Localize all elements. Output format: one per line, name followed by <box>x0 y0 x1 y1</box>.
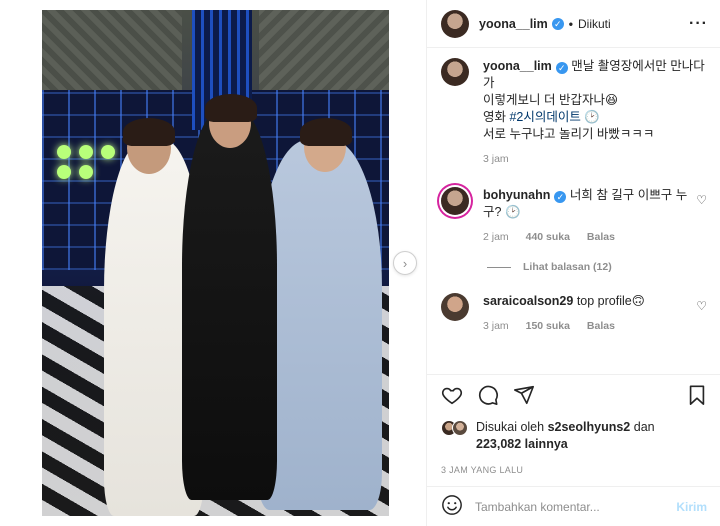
comment-item: saraicoalson29 top profile🙃 3 jam 150 su… <box>427 293 720 332</box>
liker-avatars <box>441 420 468 436</box>
person-black-suit <box>182 110 277 500</box>
add-comment-bar: Kirim <box>427 486 720 526</box>
verified-icon: ✓ <box>555 62 568 74</box>
view-replies-button[interactable]: Lihat balasan (12) <box>427 261 720 273</box>
send-icon[interactable] <box>513 384 535 406</box>
comment-input[interactable] <box>475 499 677 514</box>
comment-time[interactable]: 2 jam <box>483 231 509 243</box>
next-photo-button[interactable]: › <box>393 251 417 275</box>
replies-divider <box>487 266 511 268</box>
comment-username[interactable]: saraicoalson29 <box>483 294 573 308</box>
photo-wall-left <box>42 10 182 90</box>
more-options-icon[interactable]: ··· <box>689 15 708 33</box>
comment-likes[interactable]: 440 suka <box>526 231 570 243</box>
avatar[interactable] <box>441 9 469 38</box>
comment-icon[interactable] <box>477 384 499 406</box>
action-icons-row <box>441 383 707 407</box>
follow-status-button[interactable]: Diikuti <box>578 17 611 31</box>
comment-time[interactable]: 3 jam <box>483 320 509 332</box>
caption: yoona__lim ✓ 맨날 촬영장에서만 만나다가 이렇게보니 더 반갑자나😆… <box>427 58 720 165</box>
photo-wall-right <box>259 10 389 90</box>
reply-button[interactable]: Balas <box>587 231 615 243</box>
likes-prefix: Disukai oleh <box>476 420 548 434</box>
header-username[interactable]: yoona__lim <box>479 17 548 31</box>
hashtag-link[interactable]: #2시의데이트 <box>509 110 580 124</box>
comment-heart-icon[interactable]: ♡ <box>696 299 707 332</box>
caption-line4: 서로 누구냐고 놀리기 바빴ㅋㅋㅋ <box>483 127 655 141</box>
likes-count-link[interactable]: 223,082 lainnya <box>476 437 568 451</box>
post-photo[interactable] <box>42 10 389 516</box>
avatar[interactable] <box>441 293 469 321</box>
person-head <box>205 94 257 148</box>
post-header: yoona__lim ✓ • Diikuti ··· <box>427 0 720 48</box>
chevron-right-icon: › <box>402 255 408 271</box>
avatar[interactable] <box>441 58 469 86</box>
likes-middle: dan <box>630 420 655 434</box>
person-head <box>300 118 352 172</box>
likes-summary: Disukai oleh s2seolhyuns2 dan 223,082 la… <box>441 419 707 453</box>
liker-username[interactable]: s2seolhyuns2 <box>548 420 631 434</box>
clock-emoji-icon: 🕑 <box>584 110 600 124</box>
avatar[interactable] <box>441 187 469 215</box>
send-comment-button[interactable]: Kirim <box>676 500 707 514</box>
comments-list[interactable]: yoona__lim ✓ 맨날 촬영장에서만 만나다가 이렇게보니 더 반갑자나😆… <box>427 58 720 368</box>
verified-icon: ✓ <box>551 17 564 30</box>
bookmark-icon[interactable] <box>687 384 707 406</box>
comment-heart-icon[interactable]: ♡ <box>696 193 707 243</box>
post-actions: Disukai oleh s2seolhyuns2 dan 223,082 la… <box>427 374 720 475</box>
post-media-pane: › <box>0 0 426 526</box>
comment-text: top profile🙃 <box>576 294 645 308</box>
caption-time[interactable]: 3 jam <box>483 153 509 165</box>
heart-icon[interactable] <box>441 384 463 406</box>
caption-line3-prefix: 영화 <box>483 110 510 124</box>
comment-username[interactable]: bohyunahn <box>483 188 550 202</box>
header-separator: • <box>568 16 573 31</box>
person-head <box>123 118 175 174</box>
post-sidebar: yoona__lim ✓ • Diikuti ··· yoona__lim ✓ 맨… <box>426 0 720 526</box>
caption-line2: 이렇게보니 더 반갑자나😆 <box>483 93 618 107</box>
post-timestamp[interactable]: 3 JAM YANG LALU <box>441 465 707 475</box>
comment-item: bohyunahn ✓ 너희 참 길구 이쁘구 누구? 🕑 2 jam 440 s… <box>427 187 720 243</box>
emoji-icon[interactable] <box>441 494 463 519</box>
comment-likes[interactable]: 150 suka <box>526 320 570 332</box>
clock-emoji-icon: 🕑 <box>504 205 521 219</box>
view-replies-label: Lihat balasan (12) <box>523 261 612 273</box>
caption-username[interactable]: yoona__lim <box>483 59 552 73</box>
verified-icon: ✓ <box>554 191 567 203</box>
reply-button[interactable]: Balas <box>587 320 615 332</box>
